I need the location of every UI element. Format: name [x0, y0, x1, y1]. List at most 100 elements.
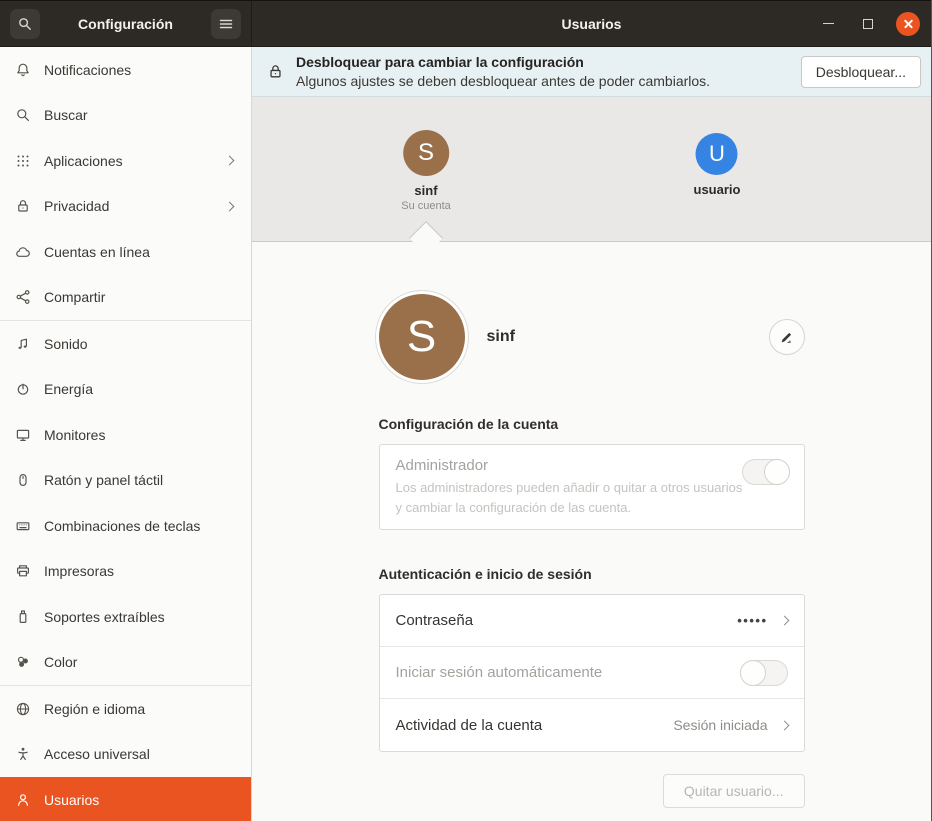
user-switcher: S sinf Su cuenta U usuario — [252, 97, 931, 242]
users-panel: Usuarios Desbloquear para cambiar la con… — [252, 0, 931, 821]
sidebar-item-label: Color — [44, 654, 237, 670]
account-activity-value: Sesión iniciada — [673, 717, 767, 733]
user-name: usuario — [694, 182, 741, 197]
sidebar-item-impresoras[interactable]: Impresoras — [0, 549, 251, 595]
sidebar-item-color[interactable]: Color — [0, 640, 251, 686]
sidebar: Configuración Notificaciones Buscar Apli… — [0, 0, 252, 821]
user-name: sinf — [401, 183, 451, 198]
account-activity-label: Actividad de la cuenta — [396, 717, 543, 734]
toggle-knob — [764, 459, 790, 485]
autologin-toggle — [740, 660, 788, 686]
section-heading-authentication: Autenticación e inicio de sesión — [379, 566, 805, 582]
avatar: S — [379, 294, 465, 380]
close-button[interactable] — [895, 11, 921, 37]
user-subtitle: Su cuenta — [401, 200, 451, 212]
sidebar-item-label: Soportes extraíbles — [44, 609, 237, 625]
color-icon — [15, 654, 31, 670]
sidebar-item-label: Usuarios — [44, 792, 237, 808]
apps-grid-icon — [15, 153, 31, 169]
sidebar-item-label: Monitores — [44, 427, 237, 443]
actions-row: Quitar usuario... — [379, 774, 805, 808]
gnome-settings-window: Configuración Notificaciones Buscar Apli… — [0, 0, 932, 821]
printer-icon — [15, 563, 31, 579]
pencil-icon — [779, 330, 794, 345]
sidebar-item-sonido[interactable]: Sonido — [0, 321, 251, 367]
password-row[interactable]: Contraseña ••••• — [380, 595, 804, 647]
password-label: Contraseña — [396, 612, 474, 629]
sidebar-item-soportes-extraibles[interactable]: Soportes extraíbles — [0, 594, 251, 640]
profile-row: S sinf — [379, 294, 805, 380]
sidebar-item-region-e-idioma[interactable]: Región e idioma — [0, 686, 251, 732]
lock-icon — [15, 198, 31, 214]
sidebar-item-privacidad[interactable]: Privacidad — [0, 184, 251, 230]
account-activity-row[interactable]: Actividad de la cuenta Sesión iniciada — [380, 699, 804, 751]
search-icon — [17, 16, 33, 32]
maximize-button[interactable] — [855, 11, 881, 37]
search-icon — [15, 107, 31, 123]
unlock-banner-subtitle: Algunos ajustes se deben desbloquear ant… — [296, 72, 710, 90]
sidebar-item-combinaciones-de-teclas[interactable]: Combinaciones de teclas — [0, 503, 251, 549]
mouse-icon — [15, 472, 31, 488]
sidebar-item-label: Privacidad — [44, 198, 226, 214]
share-icon — [15, 289, 31, 305]
sidebar-item-aplicaciones[interactable]: Aplicaciones — [0, 138, 251, 184]
remove-user-button: Quitar usuario... — [663, 774, 805, 808]
user-switcher-item-usuario[interactable]: U usuario — [694, 133, 741, 197]
window-title: Usuarios — [562, 16, 622, 32]
maximize-icon — [863, 19, 873, 29]
close-icon — [896, 12, 920, 36]
accessibility-icon — [15, 746, 31, 762]
primary-menu-button[interactable] — [211, 9, 241, 39]
admin-label: Administrador — [396, 457, 788, 474]
unlock-button[interactable]: Desbloquear... — [801, 56, 921, 88]
chevron-right-icon — [225, 201, 235, 211]
password-value: ••••• — [737, 613, 767, 628]
sidebar-item-raton-y-panel-tactil[interactable]: Ratón y panel táctil — [0, 458, 251, 504]
avatar: S — [403, 130, 449, 176]
sidebar-item-notificaciones[interactable]: Notificaciones — [0, 47, 251, 93]
music-note-icon — [15, 336, 31, 352]
sidebar-item-monitores[interactable]: Monitores — [0, 412, 251, 458]
sidebar-item-usuarios[interactable]: Usuarios — [0, 777, 251, 821]
chevron-right-icon — [225, 156, 235, 166]
window-controls — [815, 1, 921, 46]
admin-toggle — [742, 459, 790, 485]
sidebar-item-label: Sonido — [44, 336, 237, 352]
chevron-right-icon — [779, 720, 789, 730]
usb-drive-icon — [15, 609, 31, 625]
sidebar-item-label: Acceso universal — [44, 746, 237, 762]
lock-icon — [267, 63, 284, 80]
autologin-row: Iniciar sesión automáticamente — [380, 647, 804, 699]
toggle-knob — [740, 660, 766, 686]
sidebar-item-label: Ratón y panel táctil — [44, 472, 237, 488]
sidebar-item-label: Aplicaciones — [44, 153, 226, 169]
account-detail: S sinf Configuración de la cuenta Admini… — [252, 242, 931, 821]
sidebar-item-compartir[interactable]: Compartir — [0, 275, 251, 321]
bell-icon — [15, 62, 31, 78]
sidebar-item-buscar[interactable]: Buscar — [0, 93, 251, 139]
sidebar-title: Configuración — [78, 16, 173, 32]
keyboard-icon — [15, 518, 31, 534]
minimize-button[interactable] — [815, 11, 841, 37]
sidebar-item-label: Energía — [44, 381, 237, 397]
power-icon — [15, 381, 31, 397]
sidebar-item-cuentas-en-linea[interactable]: Cuentas en línea — [0, 229, 251, 275]
sidebar-item-energia[interactable]: Energía — [0, 367, 251, 413]
sidebar-item-label: Notificaciones — [44, 62, 237, 78]
sidebar-headerbar: Configuración — [0, 0, 252, 47]
sidebar-item-acceso-universal[interactable]: Acceso universal — [0, 732, 251, 778]
autologin-label: Iniciar sesión automáticamente — [396, 664, 603, 681]
sidebar-search-button[interactable] — [10, 9, 40, 39]
globe-icon — [15, 701, 31, 717]
edit-avatar-button[interactable] — [769, 319, 805, 355]
sidebar-item-label: Buscar — [44, 107, 237, 123]
sidebar-nav: Notificaciones Buscar Aplicaciones Priva… — [0, 47, 252, 821]
unlock-banner-text: Desbloquear para cambiar la configuració… — [296, 53, 710, 89]
sidebar-item-label: Combinaciones de teclas — [44, 518, 237, 534]
user-switcher-item-sinf[interactable]: S sinf Su cuenta — [401, 130, 451, 212]
authentication-card: Contraseña ••••• Iniciar sesión automáti… — [379, 594, 805, 752]
sidebar-item-label: Compartir — [44, 289, 237, 305]
cloud-icon — [15, 244, 31, 260]
minimize-icon — [823, 23, 834, 24]
unlock-banner-title: Desbloquear para cambiar la configuració… — [296, 53, 710, 71]
